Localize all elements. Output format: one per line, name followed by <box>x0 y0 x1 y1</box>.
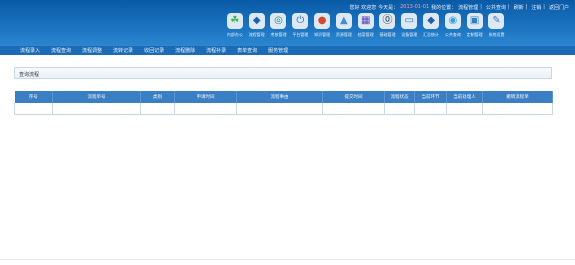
query-panel-title: 查询流程 <box>14 67 552 79</box>
flow-table: 序号 流程单号 类别 申请时间 流程事由 提交时间 流程状态 当前环节 当前处理人 撤销流程单 <box>14 91 553 115</box>
location-label: 我的位置： <box>431 4 457 11</box>
date-value: 2013-01-01 <box>400 4 430 10</box>
date-label: 今天是： <box>378 4 399 11</box>
toolbar-item-label: 档案管理 <box>357 32 374 37</box>
knowledge-icon: ● <box>314 13 331 29</box>
toolbar-item[interactable]: ▲ 资源管理 <box>333 13 355 45</box>
menu-item[interactable]: 流程查询 <box>51 47 71 54</box>
assess-icon: ◎ <box>270 13 287 29</box>
bottom-divider <box>0 259 575 260</box>
divider: | <box>525 4 528 10</box>
toolbar-item-label: 流程管理 <box>248 32 265 37</box>
menu-item[interactable]: 表单查询 <box>237 47 257 54</box>
toolbar-item-label: 系统设置 <box>488 32 505 37</box>
top-info-bar: 您好 欢迎您 今天是： 2013-01-01 我的位置： 流程管理 | 公共查询… <box>347 2 569 12</box>
toolbar-item[interactable]: ◉ 公共查询 <box>442 13 464 45</box>
toolbar-item-label: 定制管理 <box>466 32 483 37</box>
column-header[interactable]: 流程事由 <box>236 91 323 103</box>
menu-item[interactable]: 流程调整 <box>82 47 102 54</box>
app-window: 您好 欢迎您 今天是： 2013-01-01 我的位置： 流程管理 | 公共查询… <box>0 0 575 265</box>
stats-icon: ◆ <box>423 13 440 29</box>
divider: | <box>480 4 482 10</box>
toolbar-item[interactable]: ⓪ 基础管理 <box>377 13 399 45</box>
toolbar-item-label: 考核管理 <box>270 32 287 37</box>
toolbar-item[interactable]: ✎ 系统设置 <box>486 13 508 45</box>
toolbar-item[interactable]: ▣ 定制管理 <box>464 13 486 45</box>
toolbar-item-label: 内部办公 <box>226 32 243 37</box>
settings-icon: ✎ <box>488 13 505 29</box>
main-content: 查询流程 序号 流程单号 类别 申请时间 流程事由 提交时间 流程状态 当前环节 当前处理人 撤销… <box>0 55 575 265</box>
header: 您好 欢迎您 今天是： 2013-01-01 我的位置： 流程管理 | 公共查询… <box>0 0 575 46</box>
column-header[interactable]: 流程状态 <box>384 91 415 103</box>
column-header[interactable]: 撤销流程单 <box>482 91 553 103</box>
toolbar-item-label: 平台管理 <box>292 32 309 37</box>
column-header[interactable]: 序号 <box>14 91 53 103</box>
query-icon: ◉ <box>444 13 461 29</box>
column-header[interactable]: 当前环节 <box>414 91 447 103</box>
toolbar-item-label: 设备管理 <box>401 32 418 37</box>
menu-item[interactable]: 流程补录 <box>206 47 226 54</box>
resource-icon: ▲ <box>335 13 352 29</box>
module-toolbar: ☘ 内部办公 ◆ 流程管理 ◎ 考核管理 ⏻ 平台管理 ● 知识管理 ▲ 资源管理 ▦ 档案管理 ⓪ 基础管理… <box>224 13 574 45</box>
refresh-link[interactable]: 刷新 <box>514 4 524 11</box>
function-menu: 流程录入 流程查询 流程调整 流转记录 收回记录 流程删除 流程补录 表单查询 服务管理 <box>0 46 575 55</box>
toolbar-item[interactable]: ⏻ 平台管理 <box>289 13 311 45</box>
power-icon: ⏻ <box>292 13 309 29</box>
toolbar-item[interactable]: ◆ 汇总统计 <box>420 13 442 45</box>
toolbar-item-label: 公共查询 <box>444 32 461 37</box>
portal-link[interactable]: 返回门户 <box>549 4 569 11</box>
logout-link[interactable]: 注销 <box>531 4 541 11</box>
base-icon: ⓪ <box>379 13 396 29</box>
column-header[interactable]: 当前处理人 <box>446 91 483 103</box>
toolbar-item[interactable]: ◎ 考核管理 <box>268 13 290 45</box>
toolbar-item-label: 资源管理 <box>335 32 352 37</box>
column-header[interactable]: 提交时间 <box>322 91 385 103</box>
toolbar-item-label: 知识管理 <box>314 32 331 37</box>
toolbar-item-label: 基础管理 <box>379 32 396 37</box>
column-header[interactable]: 类别 <box>140 91 175 103</box>
table-header-row: 序号 流程单号 类别 申请时间 流程事由 提交时间 流程状态 当前环节 当前处理人 撤销流程单 <box>14 91 553 103</box>
toolbar-item-label: 汇总统计 <box>423 32 440 37</box>
table-row <box>14 103 553 115</box>
toolbar-item[interactable]: ▭ 设备管理 <box>398 13 420 45</box>
column-header[interactable]: 流程单号 <box>52 91 141 103</box>
flow-icon: ◆ <box>248 13 265 29</box>
menu-item[interactable]: 流转记录 <box>113 47 133 54</box>
public-query-link[interactable]: 公共查询 <box>486 4 506 11</box>
menu-item[interactable]: 流程录入 <box>20 47 40 54</box>
office-icon: ☘ <box>226 13 243 29</box>
column-header[interactable]: 申请时间 <box>174 91 237 103</box>
toolbar-item[interactable]: ● 知识管理 <box>311 13 333 45</box>
menu-item[interactable]: 收回记录 <box>144 47 164 54</box>
menu-item[interactable]: 流程删除 <box>175 47 195 54</box>
location-value[interactable]: 流程管理 <box>458 4 478 11</box>
toolbar-item[interactable]: ◆ 流程管理 <box>246 13 268 45</box>
toolbar-item[interactable]: ▦ 档案管理 <box>355 13 377 45</box>
greeting-text: 您好 欢迎您 <box>349 4 377 11</box>
device-icon: ▭ <box>401 13 418 29</box>
divider: | <box>507 4 510 10</box>
divider: | <box>543 4 545 10</box>
toolbar-item[interactable]: ☘ 内部办公 <box>224 13 246 45</box>
archive-icon: ▦ <box>357 13 374 29</box>
menu-item[interactable]: 服务管理 <box>268 47 288 54</box>
custom-icon: ▣ <box>466 13 483 29</box>
